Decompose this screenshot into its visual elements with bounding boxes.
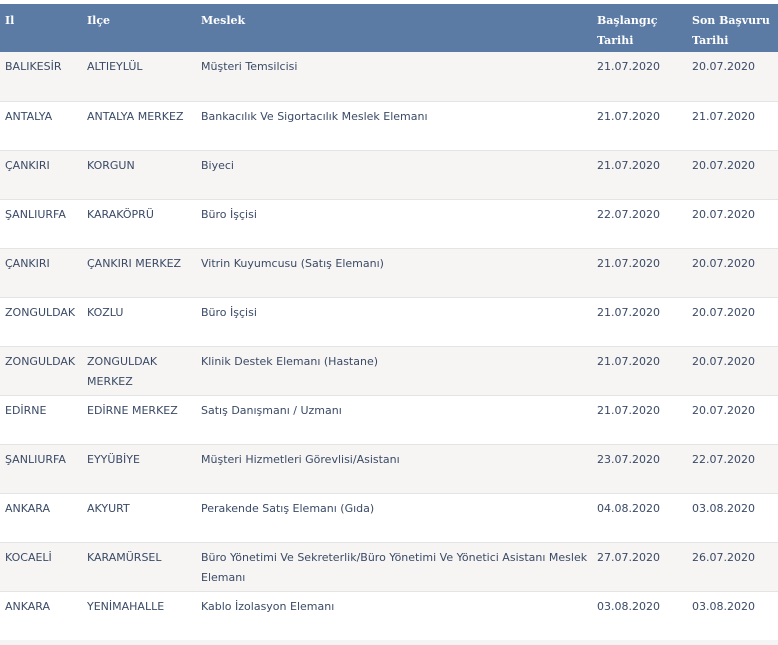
cell-il: ANKARA [0, 590, 82, 640]
cell-son-basvuru-tarihi: 20.07.2020 [687, 149, 778, 199]
cell-meslek: Büro Yönetimi Ve Sekreterlik/Büro Yöneti… [196, 541, 592, 591]
cell-il: ŞANLIURFA [0, 443, 82, 493]
cell-ilce: KARAMÜRSEL [82, 541, 196, 591]
cell-son-basvuru-tarihi: 20.07.2020 [687, 198, 778, 248]
table-row[interactable]: ZONGULDAK ZONGULDAK MERKEZ Klinik Destek E… [0, 345, 778, 395]
cell-baslangic-tarihi: 21.07.2020 [592, 394, 687, 444]
header-il[interactable]: Il [0, 4, 82, 52]
table-row[interactable]: ANTALYA ANTALYA MERKEZ Bankacılık Ve Sigor… [0, 100, 778, 150]
cell-meslek: Vitrin Kuyumcusu (Satış Elemanı) [196, 247, 592, 297]
cell-baslangic-tarihi: 27.07.2020 [592, 541, 687, 591]
cell-baslangic-tarihi: 21.07.2020 [592, 345, 687, 395]
header-son-basvuru-tarihi[interactable]: Son Başvuru Tarihi [687, 4, 778, 52]
cell-son-basvuru-tarihi: 20.07.2020 [692, 60, 755, 73]
header-baslangic-tarihi[interactable]: Başlangıç Tarihi [592, 4, 687, 52]
header-row: Il Ilçe Meslek Başlangıç Tarihi Son Başv… [0, 4, 778, 52]
cell-meslek: Müşteri Hizmetleri Görevlisi/Asistanı [196, 443, 592, 493]
cell-ilce: ANTALYA MERKEZ [82, 100, 196, 150]
table-row[interactable]: ANKARA YENİMAHALLE Kablo İzolasyon Elemanı… [0, 590, 778, 640]
cell-ilce: KARAKÖPRÜ [82, 198, 196, 248]
cell-meslek: Büro İşçisi [196, 198, 592, 248]
cell-meslek: Kablo İzolasyon Elemanı [196, 590, 592, 640]
cell-baslangic-tarihi: 21.07.2020 [597, 60, 660, 73]
cell-ilce: AKYURT [82, 492, 196, 542]
cell-ilce: EDİRNE MERKEZ [82, 394, 196, 444]
cell-ilce: ZONGULDAK MERKEZ [82, 345, 196, 395]
footer-divider [0, 640, 778, 645]
cell-ilce: ÇANKIRI MERKEZ [82, 247, 196, 297]
table-row[interactable]: ANKARA AKYURT Perakende Satış Elemanı (Gıd… [0, 492, 778, 542]
cell-ilce: EYYÜBİYE [82, 443, 196, 493]
cell-son-basvuru-tarihi: 03.08.2020 [687, 590, 778, 640]
cell-il: ÇANKIRI [0, 247, 82, 297]
cell-il: KOCAELİ [0, 541, 82, 591]
table-row[interactable]: ÇANKIRI ÇANKIRI MERKEZ Vitrin Kuyumcusu (S… [0, 247, 778, 297]
cell-son-basvuru-tarihi: 26.07.2020 [687, 541, 778, 591]
cell-son-basvuru-tarihi: 03.08.2020 [687, 492, 778, 542]
cell-il: ANTALYA [0, 100, 82, 150]
cell-ilce: ALTIEYLÜL [87, 60, 143, 73]
cell-meslek: Klinik Destek Elemanı (Hastane) [196, 345, 592, 395]
cell-il: BALIKESİR [5, 60, 62, 73]
table-row[interactable]: ŞANLIURFA EYYÜBİYE Müşteri Hizmetleri Göre… [0, 443, 778, 493]
cell-il: ANKARA [0, 492, 82, 542]
job-listings-page: Il Ilçe Meslek Başlangıç Tarihi Son Başv… [0, 0, 778, 645]
cell-son-basvuru-tarihi: 22.07.2020 [687, 443, 778, 493]
cell-baslangic-tarihi: 22.07.2020 [592, 198, 687, 248]
cell-baslangic-tarihi: 21.07.2020 [592, 149, 687, 199]
table-row[interactable]: ZONGULDAK KOZLU Büro İşçisi 21.07.2020 20.07… [0, 296, 778, 346]
cell-son-basvuru-tarihi: 20.07.2020 [687, 394, 778, 444]
cell-meslek: Biyeci [196, 149, 592, 199]
cell-meslek: Müşteri Temsilcisi [201, 60, 298, 73]
cell-il: EDİRNE [0, 394, 82, 444]
table-row[interactable]: ÇANKIRI KORGUN Biyeci 21.07.2020 20.07.2020 [0, 149, 778, 199]
cell-son-basvuru-tarihi: 21.07.2020 [687, 100, 778, 150]
cell-il: ZONGULDAK [0, 296, 82, 346]
cell-il: ÇANKIRI [0, 149, 82, 199]
table-row[interactable]: KOCAELİ KARAMÜRSEL Büro Yönetimi Ve Sekret… [0, 541, 778, 591]
cell-ilce: YENİMAHALLE [82, 590, 196, 640]
table-body: BALIKESİR ALTIEYLÜL Müşteri Temsilcisi 21.0… [0, 52, 778, 640]
table-header: Il Ilçe Meslek Başlangıç Tarihi Son Başv… [0, 4, 778, 52]
cell-baslangic-tarihi: 21.07.2020 [592, 100, 687, 150]
header-meslek[interactable]: Meslek [196, 4, 592, 52]
cell-son-basvuru-tarihi: 20.07.2020 [687, 247, 778, 297]
cell-ilce: KORGUN [82, 149, 196, 199]
cell-baslangic-tarihi: 21.07.2020 [592, 296, 687, 346]
cell-baslangic-tarihi: 21.07.2020 [592, 247, 687, 297]
cell-meslek: Satış Danışmanı / Uzmanı [196, 394, 592, 444]
cell-baslangic-tarihi: 04.08.2020 [592, 492, 687, 542]
cell-son-basvuru-tarihi: 20.07.2020 [687, 345, 778, 395]
cell-son-basvuru-tarihi: 20.07.2020 [687, 296, 778, 346]
cell-meslek: Büro İşçisi [196, 296, 592, 346]
cell-baslangic-tarihi: 03.08.2020 [592, 590, 687, 640]
table-row[interactable]: EDİRNE EDİRNE MERKEZ Satış Danışmanı / Uzm… [0, 394, 778, 444]
cell-baslangic-tarihi: 23.07.2020 [592, 443, 687, 493]
cell-meslek: Perakende Satış Elemanı (Gıda) [196, 492, 592, 542]
table-row[interactable]: ŞANLIURFA KARAKÖPRÜ Büro İşçisi 22.07.2020 2… [0, 198, 778, 248]
header-ilce[interactable]: Ilçe [82, 4, 196, 52]
cell-il: ŞANLIURFA [0, 198, 82, 248]
cell-meslek: Bankacılık Ve Sigortacılık Meslek Eleman… [196, 100, 592, 150]
cell-il: ZONGULDAK [0, 345, 82, 395]
job-listings-table: Il Ilçe Meslek Başlangıç Tarihi Son Başv… [0, 4, 778, 640]
table-row[interactable]: BALIKESİR ALTIEYLÜL Müşteri Temsilcisi 21.0… [0, 52, 778, 101]
cell-ilce: KOZLU [82, 296, 196, 346]
